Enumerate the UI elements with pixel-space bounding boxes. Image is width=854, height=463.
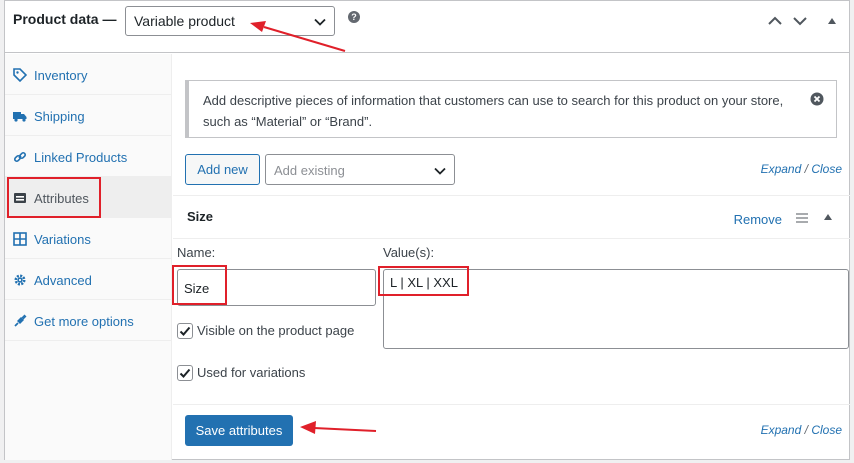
notice-text: Add descriptive pieces of information th… bbox=[203, 93, 784, 129]
tab-get-more-options[interactable]: Get more options bbox=[5, 300, 171, 341]
variations-label: Used for variations bbox=[197, 365, 306, 380]
collapse-toggle-icon[interactable] bbox=[828, 18, 836, 24]
tab-shipping[interactable]: Shipping bbox=[5, 95, 171, 136]
add-existing-placeholder: Add existing bbox=[274, 163, 345, 178]
close-icon[interactable] bbox=[810, 92, 824, 106]
name-label: Name: bbox=[177, 245, 216, 260]
tab-advanced[interactable]: Advanced bbox=[5, 259, 171, 300]
name-input-highlight bbox=[172, 265, 227, 305]
visible-checkbox[interactable] bbox=[177, 323, 193, 339]
save-attributes-button[interactable]: Save attributes bbox=[185, 415, 293, 446]
attributes-panel: Add descriptive pieces of information th… bbox=[173, 54, 850, 460]
tab-inventory[interactable]: Inventory bbox=[5, 54, 171, 95]
plug-icon bbox=[14, 314, 27, 327]
link-icon bbox=[13, 151, 27, 163]
tab-label: Variations bbox=[34, 232, 91, 247]
chevron-down-icon bbox=[434, 167, 446, 175]
help-icon[interactable]: ? bbox=[348, 11, 360, 23]
checkmark-icon bbox=[179, 326, 191, 336]
product-type-value: Variable product bbox=[134, 13, 235, 29]
attribute-header[interactable]: Size Remove bbox=[173, 196, 850, 239]
tab-label: Linked Products bbox=[34, 150, 128, 165]
tab-label: Advanced bbox=[34, 273, 92, 288]
product-data-panel: Product data — Variable product ? Invent… bbox=[4, 0, 850, 460]
tag-icon bbox=[13, 68, 27, 82]
expand-link[interactable]: Expand bbox=[761, 423, 802, 437]
tab-label: Inventory bbox=[34, 68, 88, 83]
variations-checkbox[interactable] bbox=[177, 365, 193, 381]
grid-icon bbox=[13, 232, 27, 246]
values-label: Value(s): bbox=[383, 245, 435, 260]
product-data-title: Product data — bbox=[13, 11, 117, 27]
divider bbox=[173, 404, 850, 405]
attribute-title: Size bbox=[187, 209, 214, 224]
tab-label: Get more options bbox=[34, 314, 134, 329]
close-link[interactable]: Close bbox=[811, 162, 842, 176]
drag-handle-icon[interactable] bbox=[796, 213, 808, 223]
move-up-icon[interactable] bbox=[768, 15, 782, 27]
tab-label: Shipping bbox=[34, 109, 85, 124]
product-type-select[interactable]: Variable product bbox=[125, 6, 335, 36]
truck-icon bbox=[13, 112, 27, 122]
info-notice: Add descriptive pieces of information th… bbox=[185, 80, 837, 138]
collapse-toggle-icon[interactable] bbox=[824, 214, 832, 220]
tab-linked-products[interactable]: Linked Products bbox=[5, 136, 171, 177]
gear-icon bbox=[14, 274, 26, 286]
close-link[interactable]: Close bbox=[811, 423, 842, 437]
visible-label: Visible on the product page bbox=[197, 323, 355, 338]
product-data-header: Product data — Variable product ? bbox=[5, 1, 849, 53]
expand-close-links: Expand / Close bbox=[761, 423, 842, 437]
values-highlight bbox=[378, 266, 469, 296]
remove-attribute-link[interactable]: Remove bbox=[734, 212, 782, 227]
checkmark-icon bbox=[179, 368, 191, 378]
attributes-tab-highlight bbox=[7, 177, 101, 218]
move-down-icon[interactable] bbox=[793, 15, 807, 27]
link-separator: / bbox=[804, 423, 808, 437]
expand-close-links: Expand / Close bbox=[761, 162, 842, 176]
chevron-down-icon bbox=[314, 18, 326, 26]
product-data-tabs: Inventory Shipping Linked Products Attri… bbox=[5, 54, 172, 460]
add-existing-select[interactable]: Add existing bbox=[265, 154, 455, 185]
tab-variations[interactable]: Variations bbox=[5, 218, 171, 259]
add-new-button[interactable]: Add new bbox=[185, 154, 260, 185]
expand-link[interactable]: Expand bbox=[761, 162, 802, 176]
link-separator: / bbox=[804, 162, 808, 176]
